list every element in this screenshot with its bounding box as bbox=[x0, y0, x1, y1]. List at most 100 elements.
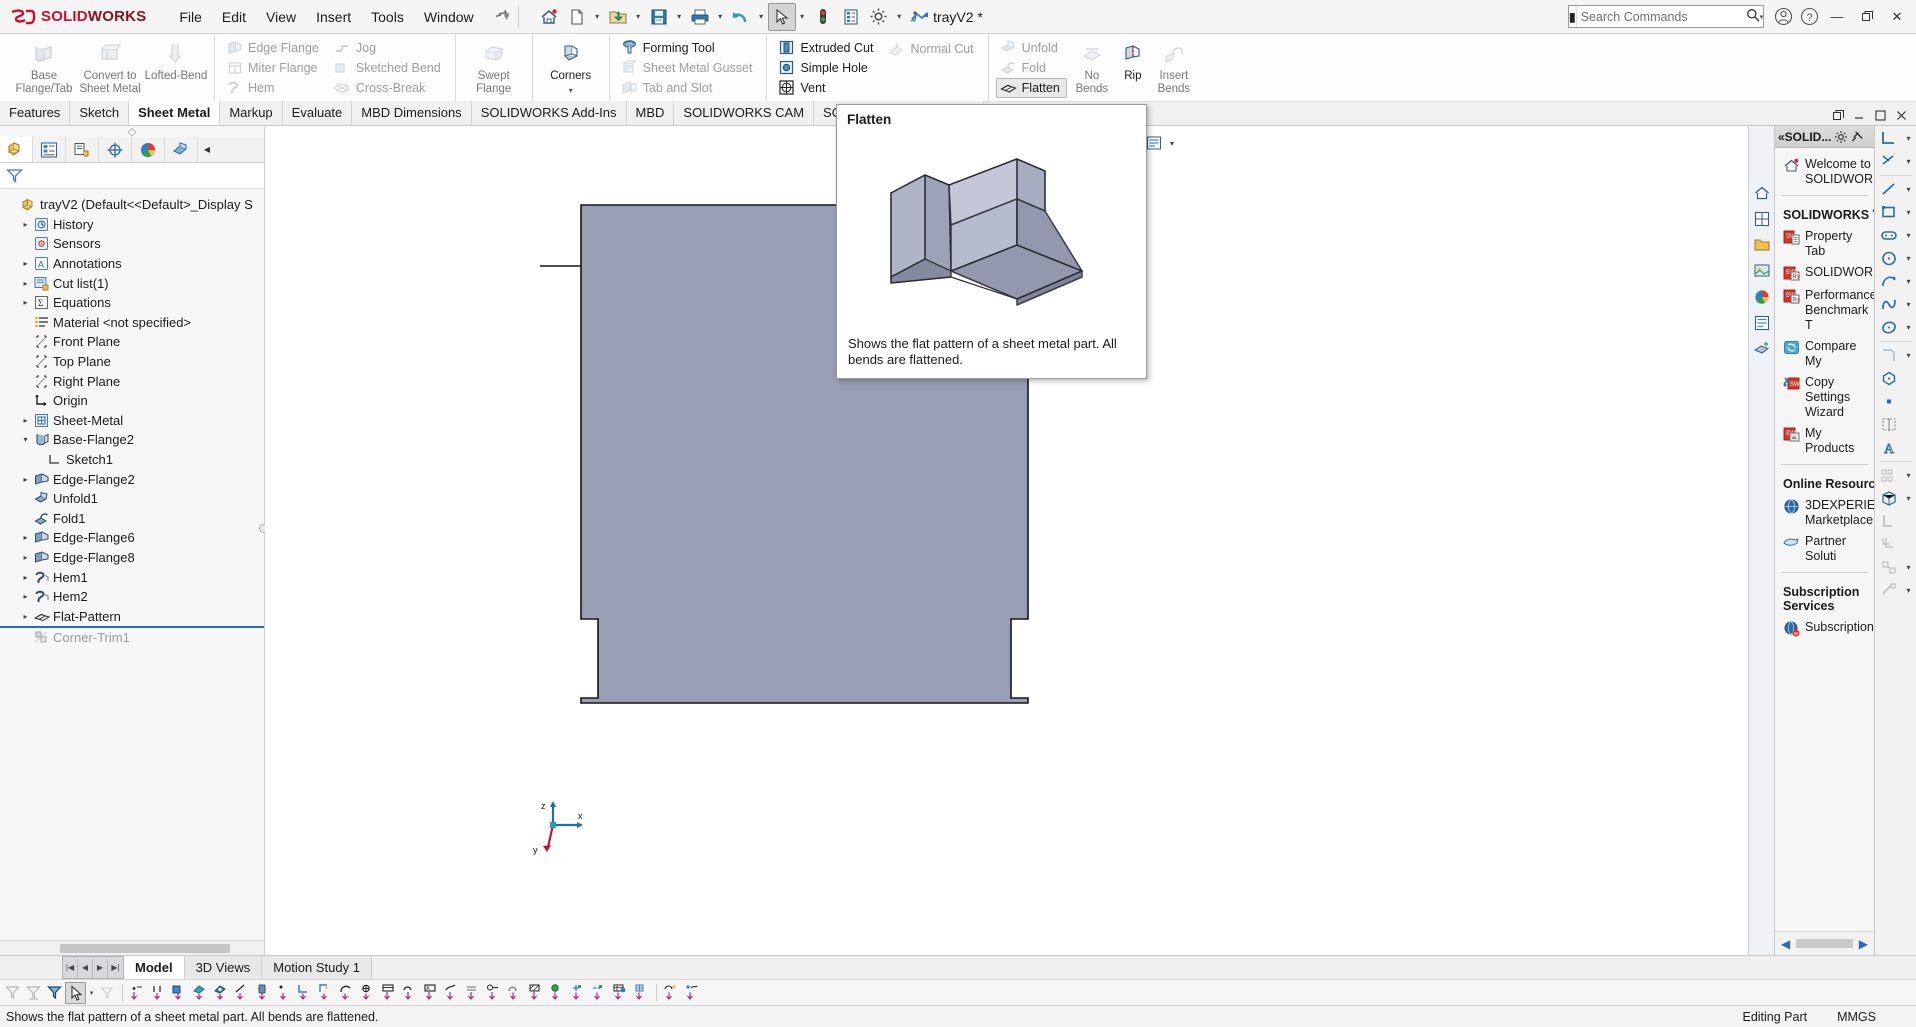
sketch-spline-icon[interactable] bbox=[1875, 296, 1903, 313]
simple-hole-button[interactable]: Simple Hole bbox=[774, 58, 880, 78]
menu-tools[interactable]: Tools bbox=[362, 4, 413, 30]
tab-solidworks-cam[interactable]: SOLIDWORKS CAM bbox=[674, 101, 815, 125]
corners-button[interactable]: Corners ▾ bbox=[538, 34, 604, 101]
cross-break-button[interactable]: Cross-Break bbox=[330, 78, 448, 98]
welcome-to-solidworks-item[interactable]: Welcome toSOLIDWORKS bbox=[1775, 154, 1874, 190]
tree-item-front-plane[interactable]: Front Plane bbox=[0, 332, 264, 352]
arc-dimension-icon[interactable] bbox=[337, 982, 358, 1004]
vertical-dimension-icon[interactable] bbox=[148, 982, 169, 1004]
expand-chevron-icon[interactable]: ▸ bbox=[19, 612, 32, 621]
display-pane-icon[interactable] bbox=[1751, 338, 1773, 360]
tree-item-trayv2-default-default-display-s[interactable]: trayV2 (Default<<Default>_Display S bbox=[0, 195, 264, 215]
tree-item-annotations[interactable]: ▸ A Annotations bbox=[0, 254, 264, 274]
menu-edit[interactable]: Edit bbox=[213, 4, 255, 30]
miter-flange-button[interactable]: Miter Flange bbox=[222, 58, 326, 78]
copy-settings-wizard-item[interactable]: SW Copy Settings Wizard bbox=[1775, 372, 1874, 423]
auto-balloon-icon[interactable] bbox=[484, 982, 505, 1004]
options-gear-icon[interactable] bbox=[865, 3, 893, 31]
sketch-tool-caret-icon[interactable]: ▾ bbox=[1903, 323, 1915, 332]
centerline-icon[interactable] bbox=[589, 982, 610, 1004]
sketch-arc-icon[interactable] bbox=[1875, 273, 1903, 290]
block-icon[interactable] bbox=[547, 982, 568, 1004]
dimxpert-manager-tab[interactable] bbox=[99, 137, 132, 162]
minimize-window-icon[interactable] bbox=[1849, 105, 1869, 125]
sketch-tool-caret-icon[interactable]: ▾ bbox=[1903, 277, 1915, 286]
tree-item-sketch1[interactable]: Sketch1 bbox=[0, 450, 264, 470]
new-document-icon[interactable] bbox=[563, 3, 591, 31]
expand-chevron-icon[interactable]: ▸ bbox=[19, 416, 32, 425]
tree-item-top-plane[interactable]: Top Plane bbox=[0, 352, 264, 372]
smart-dimension-icon[interactable] bbox=[127, 982, 148, 1004]
tree-item-unfold1[interactable]: Unfold1 bbox=[0, 489, 264, 509]
home-icon[interactable] bbox=[535, 3, 563, 31]
filter-edges-icon[interactable] bbox=[23, 982, 44, 1004]
sketch-text-icon[interactable]: A bbox=[1875, 439, 1903, 456]
select-filter-caret-icon[interactable]: ▾ bbox=[86, 989, 97, 997]
tree-item-fold1[interactable]: Fold1 bbox=[0, 509, 264, 529]
tables-icon[interactable] bbox=[631, 982, 652, 1004]
undo-icon[interactable] bbox=[727, 3, 755, 31]
filter-input[interactable] bbox=[29, 167, 264, 184]
sheet-metal-gusset-button[interactable]: Sheet Metal Gusset bbox=[617, 58, 760, 78]
angle-dimension-icon[interactable] bbox=[316, 982, 337, 1004]
sketch-tool-caret-icon[interactable]: ▾ bbox=[1903, 208, 1915, 217]
last-tab-icon[interactable]: ▶| bbox=[108, 959, 123, 977]
tree-item-origin[interactable]: Origin bbox=[0, 391, 264, 411]
sketch-corner-rectangle-icon[interactable] bbox=[1875, 204, 1903, 221]
close-window-icon[interactable] bbox=[1891, 105, 1911, 125]
base-flange-tab-button[interactable]: Base Flange/Tab bbox=[11, 34, 77, 101]
filter-faces-icon[interactable] bbox=[2, 982, 23, 1004]
path-length-dimension-icon[interactable] bbox=[232, 982, 253, 1004]
dimension-point-icon[interactable] bbox=[274, 982, 295, 1004]
tree-item-corner-trim1[interactable]: Corner-Trim1 bbox=[0, 628, 264, 648]
magnetic-line-icon[interactable] bbox=[505, 982, 526, 1004]
note-icon[interactable] bbox=[442, 982, 463, 1004]
tab-features[interactable]: Features bbox=[0, 101, 71, 125]
pushpin-icon[interactable] bbox=[1851, 130, 1864, 143]
menu-window[interactable]: Window bbox=[415, 4, 483, 30]
menu-insert[interactable]: Insert bbox=[307, 4, 360, 30]
sketch-tool-caret-icon[interactable]: ▾ bbox=[1903, 351, 1915, 360]
property-manager-tab[interactable] bbox=[33, 137, 66, 162]
select-cursor-icon[interactable] bbox=[767, 2, 796, 31]
balloon-icon[interactable] bbox=[463, 982, 484, 1004]
restore-window-icon[interactable] bbox=[1828, 105, 1848, 125]
cam-feature-tree-tab[interactable] bbox=[165, 137, 198, 162]
swept-flange-button[interactable]: Swept Flange bbox=[461, 34, 527, 101]
expand-chevron-icon[interactable]: ▸ bbox=[19, 533, 32, 542]
compare-my-item[interactable]: Compare My bbox=[1775, 336, 1874, 372]
sketch-fillet-icon[interactable] bbox=[1875, 347, 1903, 364]
task-pane-scroll-thumb[interactable] bbox=[1796, 939, 1853, 948]
insert-bends-button[interactable]: Insert Bends bbox=[1151, 34, 1197, 101]
first-tab-icon[interactable]: |◀ bbox=[63, 958, 78, 977]
maximize-window-icon[interactable] bbox=[1870, 105, 1890, 125]
sketch-3d-icon[interactable] bbox=[1875, 490, 1903, 507]
change-transparency-icon[interactable] bbox=[906, 3, 934, 31]
scenes-icon[interactable] bbox=[1751, 260, 1773, 282]
restore-button[interactable] bbox=[1852, 3, 1882, 31]
tree-item-flat-pattern[interactable]: ▸ Flat-Pattern bbox=[0, 606, 264, 626]
tab-sketch[interactable]: Sketch bbox=[70, 101, 130, 125]
panel-grip[interactable]: ◇ bbox=[0, 126, 264, 138]
expand-chevron-icon[interactable]: ▸ bbox=[19, 220, 32, 229]
user-account-icon[interactable] bbox=[1770, 4, 1796, 30]
hem-button[interactable]: Hem bbox=[222, 78, 326, 98]
sketch-repair-icon[interactable] bbox=[1875, 582, 1903, 599]
sketch-tool-caret-icon[interactable]: ▾ bbox=[1903, 157, 1915, 166]
feature-tree-filter[interactable] bbox=[0, 163, 264, 189]
expand-chevron-icon[interactable]: ▸ bbox=[19, 592, 32, 601]
geometric-tolerance-icon[interactable]: A bbox=[421, 982, 442, 1004]
expand-chevron-icon[interactable]: ▸ bbox=[19, 573, 32, 582]
normal-cut-button[interactable]: Normal Cut bbox=[884, 39, 980, 59]
tree-item-material-not-specified[interactable]: Material <not specified> bbox=[0, 313, 264, 333]
feature-manager-tabs-scroll-icon[interactable]: ◀ bbox=[198, 137, 216, 162]
tab-evaluate[interactable]: Evaluate bbox=[282, 101, 353, 125]
tab-motion-study-1[interactable]: Motion Study 1 bbox=[262, 956, 372, 979]
close-button[interactable]: ✕ bbox=[1882, 3, 1912, 31]
search-input[interactable] bbox=[1576, 9, 1746, 24]
sketch-slot-icon[interactable] bbox=[1875, 227, 1903, 244]
tab-3d-views[interactable]: 3D Views bbox=[184, 956, 263, 979]
convert-to-sheet-metal-button[interactable]: Convert to Sheet Metal bbox=[77, 34, 143, 101]
tab-markup[interactable]: Markup bbox=[220, 101, 283, 125]
unfold-button[interactable]: Unfold bbox=[996, 38, 1067, 58]
